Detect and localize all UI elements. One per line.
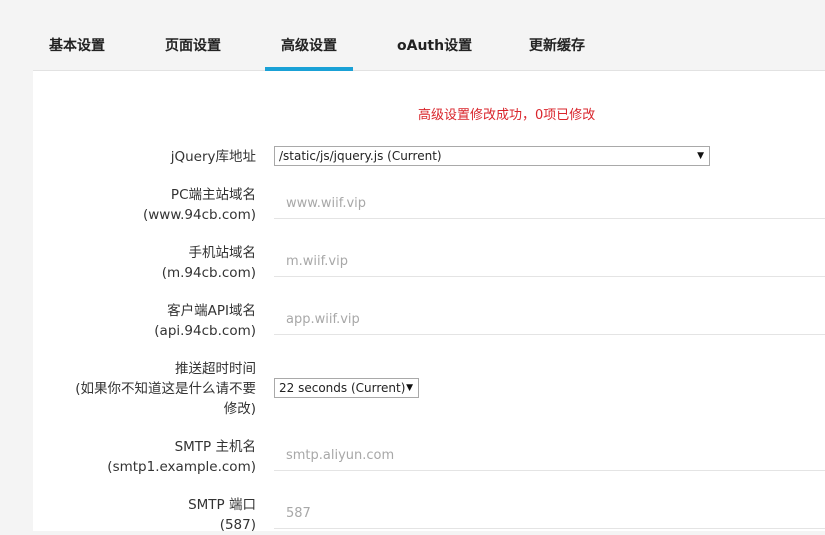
smtp-host-input[interactable]: smtp.aliyun.com — [274, 440, 825, 471]
tab-page-settings[interactable]: 页面设置 — [165, 36, 221, 56]
push-timeout-select[interactable]: 22 seconds (Current) ▼ — [274, 378, 419, 398]
pc-domain-label-line2: (www.94cb.com) — [142, 207, 256, 223]
push-timeout-label-line1: 推送超时时间 — [175, 361, 256, 377]
dropdown-arrow-icon: ▼ — [697, 151, 704, 161]
tab-oauth-settings[interactable]: oAuth设置 — [397, 36, 472, 56]
api-domain-input[interactable]: app.wiif.vip — [274, 304, 825, 335]
tab-advanced-settings[interactable]: 高级设置 — [281, 36, 337, 56]
api-domain-label-line1: 客户端API域名 — [167, 303, 256, 319]
dropdown-arrow-icon: ▼ — [406, 383, 413, 393]
smtp-host-label: SMTP 主机名 (smtp1.example.com) — [107, 437, 256, 477]
tab-bar: 基本设置 页面设置 高级设置 oAuth设置 更新缓存 — [0, 0, 825, 71]
jquery-label: jQuery库地址 — [170, 149, 256, 165]
success-message: 高级设置修改成功，0项已修改 — [418, 108, 596, 123]
mobile-domain-label: 手机站域名 (m.94cb.com) — [162, 243, 256, 283]
smtp-port-label-line1: SMTP 端口 — [188, 497, 256, 513]
jquery-select-value: /static/js/jquery.js (Current) — [279, 149, 442, 163]
push-timeout-label-line2: (如果你不知道这是什么请不要 — [75, 381, 256, 397]
mobile-domain-input[interactable]: m.wiif.vip — [274, 246, 825, 277]
smtp-port-placeholder: 587 — [286, 506, 311, 521]
settings-panel: 高级设置修改成功，0项已修改 jQuery库地址 /static/js/jque… — [33, 71, 825, 533]
push-timeout-select-value: 22 seconds (Current) — [279, 381, 406, 395]
mobile-domain-label-line1: 手机站域名 — [188, 245, 257, 261]
mobile-domain-placeholder: m.wiif.vip — [286, 254, 348, 269]
api-domain-label-line2: (api.94cb.com) — [154, 323, 256, 339]
pc-domain-label-line1: PC端主站域名 — [170, 187, 256, 203]
push-timeout-label: 推送超时时间 (如果你不知道这是什么请不要 修改) — [75, 359, 256, 419]
smtp-port-label-line2: (587) — [219, 517, 256, 533]
pc-domain-input[interactable]: www.wiif.vip — [274, 188, 825, 219]
mobile-domain-label-line2: (m.94cb.com) — [161, 265, 256, 281]
smtp-port-input[interactable]: 587 — [274, 498, 825, 529]
smtp-port-label: SMTP 端口 (587) — [188, 495, 256, 535]
pc-domain-placeholder: www.wiif.vip — [286, 196, 367, 211]
push-timeout-label-line3: 修改) — [223, 401, 256, 417]
smtp-host-label-line2: (smtp1.example.com) — [107, 459, 256, 475]
smtp-host-label-line1: SMTP 主机名 — [174, 439, 256, 455]
jquery-select[interactable]: /static/js/jquery.js (Current) ▼ — [274, 146, 710, 166]
api-domain-label: 客户端API域名 (api.94cb.com) — [154, 301, 256, 341]
smtp-host-placeholder: smtp.aliyun.com — [286, 448, 395, 463]
tab-basic-settings[interactable]: 基本设置 — [49, 36, 105, 56]
api-domain-placeholder: app.wiif.vip — [286, 312, 360, 327]
pc-domain-label: PC端主站域名 (www.94cb.com) — [143, 185, 256, 225]
tab-update-cache[interactable]: 更新缓存 — [529, 36, 585, 56]
